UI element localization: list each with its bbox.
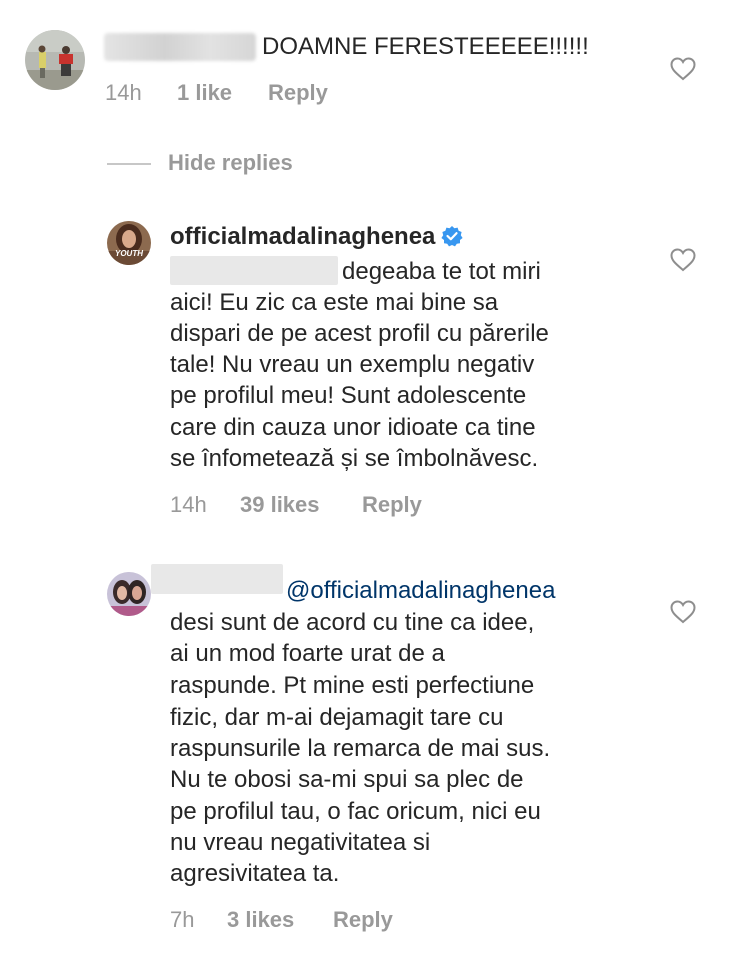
- comments-thread: DOAMNE FERESTEEEEE!!!!!! 14h 1 like Repl…: [0, 0, 739, 976]
- hide-replies-divider: [107, 163, 151, 165]
- reply1-username[interactable]: officialmadalinaghenea: [170, 221, 464, 253]
- reply1-line-6: care din cauza unor idioate ca tine: [170, 414, 536, 441]
- reply1-mention-redacted: [170, 256, 338, 285]
- reply1-line-4: tale! Nu vreau un exemplu negativ: [170, 351, 535, 378]
- reply1-line-5: pe profilul meu! Sunt adolescente: [170, 382, 527, 409]
- reply2-line-7: pe profilul tau, o fac oricum, nici eu: [170, 798, 541, 825]
- reply2-line-4: fizic, dar m-ai dejamagit tare cu: [170, 704, 504, 731]
- reply2-time: 7h: [170, 907, 195, 932]
- heart-outline-icon[interactable]: [670, 600, 696, 624]
- reply2-mention[interactable]: @officialmadalinaghenea: [286, 575, 555, 607]
- comment1-text: DOAMNE FERESTEEEEE!!!!!!: [262, 33, 589, 60]
- reply2-line-1: desi sunt de acord cu tine ca idee,: [170, 609, 535, 636]
- reply2-reply-button[interactable]: Reply: [333, 907, 393, 933]
- reply2-line-5: raspunsurile la remarca de mai sus.: [170, 735, 551, 762]
- hide-replies-label: Hide replies: [168, 150, 293, 175]
- reply2-likes[interactable]: 3 likes: [227, 907, 294, 933]
- reply1-line-2: aici! Eu zic ca este mai bine sa: [170, 289, 499, 316]
- reply2-meta: 7h 3 likes Reply: [170, 907, 470, 935]
- reply1-meta: 14h 39 likes Reply: [170, 492, 470, 520]
- heart-outline-icon[interactable]: [670, 248, 696, 272]
- reply1-reply-button[interactable]: Reply: [362, 492, 422, 518]
- comment1-likes[interactable]: 1 like: [177, 80, 232, 106]
- reply2-line-9: agresivitatea ta.: [170, 860, 340, 887]
- reply1-line-3: dispari de pe acest profil cu părerile: [170, 320, 549, 347]
- reply2-line-2: ai un mod foarte urat de a: [170, 640, 445, 667]
- reply1-likes[interactable]: 39 likes: [240, 492, 320, 518]
- reply1-username-text[interactable]: officialmadalinaghenea: [170, 223, 435, 250]
- reply1-avatar-badge: YOUTH: [115, 249, 143, 258]
- reply1-avatar[interactable]: YOUTH: [107, 221, 151, 265]
- comment1-reply-button[interactable]: Reply: [268, 80, 328, 106]
- comment1-time: 14h: [105, 80, 142, 105]
- heart-outline-icon[interactable]: [670, 57, 696, 81]
- verified-badge-icon: [441, 226, 464, 247]
- reply2-line-6: Nu te obosi sa-mi spui sa plec de: [170, 766, 524, 793]
- reply2-line-8: nu vreau negativitatea si: [170, 829, 431, 856]
- reply2-line-3: raspunde. Pt mine esti perfectiune: [170, 672, 535, 699]
- reply2-avatar[interactable]: [107, 572, 151, 616]
- comment1-username-redacted: [104, 33, 256, 61]
- reply1-line-7: se înfometează și se îmbolnăvesc.: [170, 445, 539, 472]
- comment1-meta: 14h 1 like Reply: [105, 80, 405, 108]
- reply2-username-redacted: [151, 564, 283, 594]
- reply1-line-1: degeaba te tot miri: [342, 258, 541, 285]
- comment1-avatar[interactable]: [25, 30, 85, 90]
- reply1-time: 14h: [170, 492, 207, 517]
